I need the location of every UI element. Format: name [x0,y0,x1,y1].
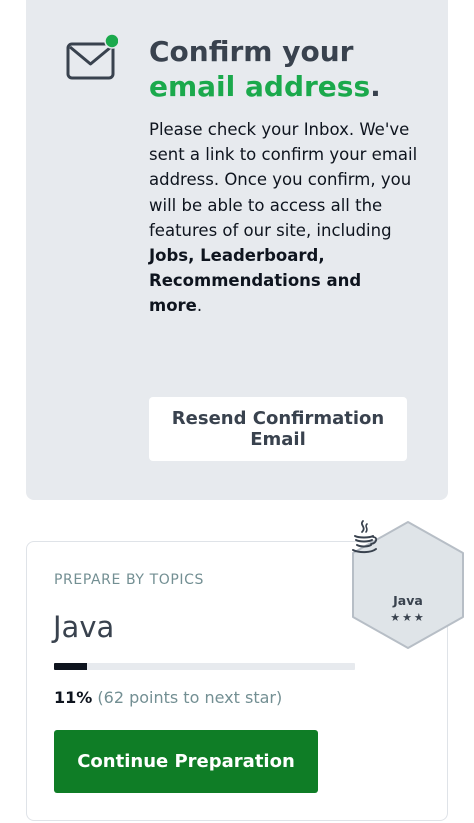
confirm-title: Confirm your email address. [149,34,439,104]
confirm-title-accent: email address [149,70,371,103]
confirm-title-text: Confirm your [149,35,354,68]
mail-icon [66,34,118,80]
section-label: PREPARE BY TOPICS [54,572,205,588]
progress-bar-fill [54,663,88,670]
continue-preparation-button[interactable]: Continue Preparation [54,730,318,793]
progress-percent: 11% [54,688,93,707]
java-badge[interactable]: Java ★★★ [349,519,467,651]
badge-stars: ★★★ [390,611,426,624]
progress-text: 11% (62 points to next star) [54,688,282,707]
confirm-body-features: Jobs, Leaderboard, Recommendations and m… [149,246,362,316]
confirm-body-intro: Please check your Inbox. We've sent a li… [149,120,418,240]
confirm-body-text: Please check your Inbox. We've sent a li… [149,117,419,319]
badge-label: Java [393,593,423,608]
email-confirmation-card: Confirm your email address. Please check … [26,0,448,500]
progress-detail: (62 points to next star) [97,688,283,707]
confirm-title-period: . [370,70,381,103]
java-icon [352,520,378,554]
resend-confirmation-button[interactable]: Resend Confirmation Email [149,397,407,461]
progress-bar [54,663,355,670]
topic-name: Java [53,610,115,644]
confirm-body-end: . [196,296,203,316]
